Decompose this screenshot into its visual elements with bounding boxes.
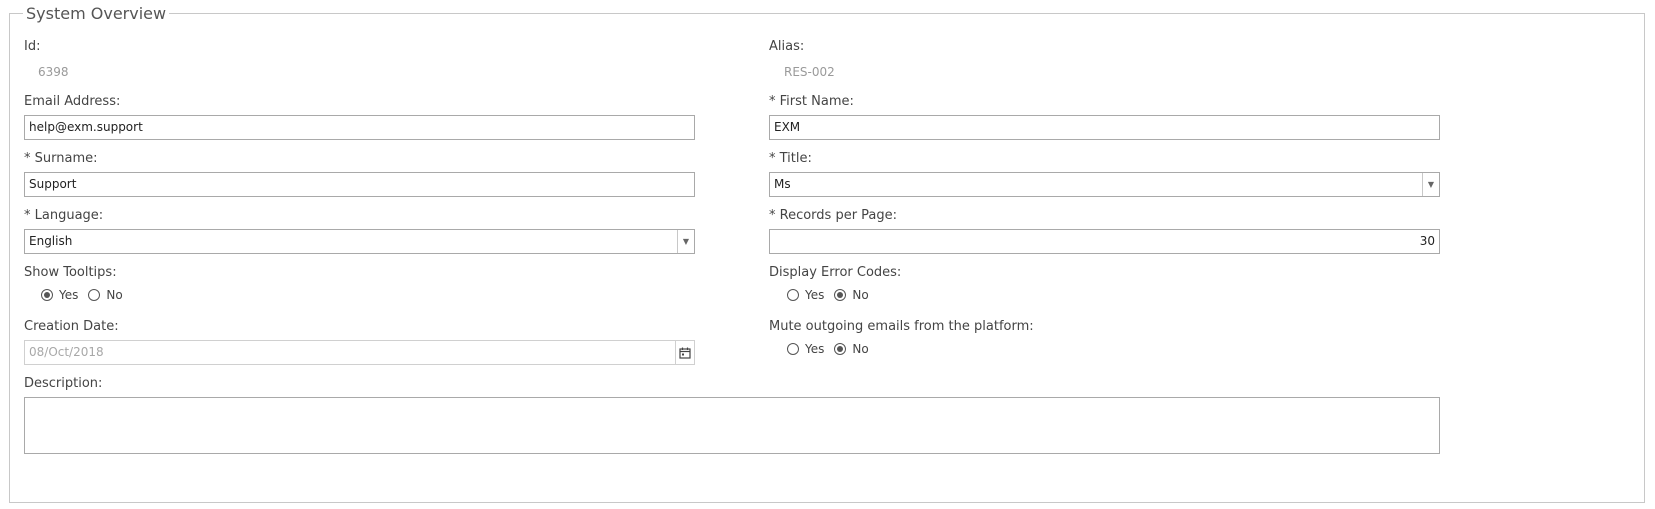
description-textarea[interactable] <box>24 397 1440 454</box>
email-label: Email Address: <box>24 94 121 109</box>
first-name-field[interactable]: EXM <box>769 115 1440 140</box>
show-tooltips-yes-label: Yes <box>59 288 79 302</box>
show-tooltips-yes-option[interactable]: Yes <box>41 288 78 302</box>
radio-checked-icon[interactable] <box>834 343 847 355</box>
records-per-page-field[interactable]: 30 <box>769 229 1440 254</box>
title-select[interactable]: Ms ▼ <box>769 172 1440 197</box>
radio-unchecked-icon[interactable] <box>787 343 799 355</box>
title-select-value: Ms <box>774 177 791 191</box>
description-label: Description: <box>24 376 103 391</box>
language-select-value: English <box>29 234 73 248</box>
email-field[interactable]: help@exm.support <box>24 115 695 140</box>
creation-date-field[interactable]: 08/Oct/2018 <box>24 340 695 365</box>
mute-emails-no-label: No <box>852 342 869 356</box>
creation-date-value: 08/Oct/2018 <box>29 345 104 359</box>
id-value: 6398 <box>38 65 69 79</box>
language-label: * Language: <box>24 208 104 223</box>
radio-checked-icon[interactable] <box>41 289 53 301</box>
radio-unchecked-icon[interactable] <box>88 289 101 301</box>
display-error-codes-yes-label: Yes <box>805 288 825 302</box>
title-label: * Title: <box>769 151 812 166</box>
display-error-codes-no-option[interactable]: No <box>834 288 869 302</box>
show-tooltips-no-label: No <box>106 288 123 302</box>
display-error-codes-no-label: No <box>852 288 869 302</box>
mute-emails-label: Mute outgoing emails from the platform: <box>769 319 1034 334</box>
radio-checked-icon[interactable] <box>834 289 847 301</box>
surname-field[interactable]: Support <box>24 172 695 197</box>
mute-emails-no-option[interactable]: No <box>834 342 869 356</box>
calendar-icon[interactable] <box>675 341 694 364</box>
section-title: System Overview <box>23 3 170 25</box>
first-name-label: * First Name: <box>769 94 854 109</box>
surname-label: * Surname: <box>24 151 98 166</box>
creation-date-label: Creation Date: <box>24 319 119 334</box>
mute-emails-yes-label: Yes <box>805 342 825 356</box>
display-error-codes-label: Display Error Codes: <box>769 265 902 280</box>
mute-emails-radio-group: Yes No <box>787 342 879 356</box>
mute-emails-yes-option[interactable]: Yes <box>787 342 824 356</box>
display-error-codes-yes-option[interactable]: Yes <box>787 288 824 302</box>
radio-unchecked-icon[interactable] <box>787 289 799 301</box>
show-tooltips-radio-group: Yes No <box>41 288 133 302</box>
show-tooltips-no-option[interactable]: No <box>88 288 123 302</box>
alias-value: RES-002 <box>784 65 835 79</box>
show-tooltips-label: Show Tooltips: <box>24 265 117 280</box>
chevron-down-icon[interactable]: ▼ <box>677 230 694 253</box>
display-error-codes-radio-group: Yes No <box>787 288 879 302</box>
language-select[interactable]: English ▼ <box>24 229 695 254</box>
alias-label: Alias: <box>769 39 805 54</box>
chevron-down-icon[interactable]: ▼ <box>1422 173 1439 196</box>
records-per-page-label: * Records per Page: <box>769 208 898 223</box>
id-label: Id: <box>24 39 41 54</box>
